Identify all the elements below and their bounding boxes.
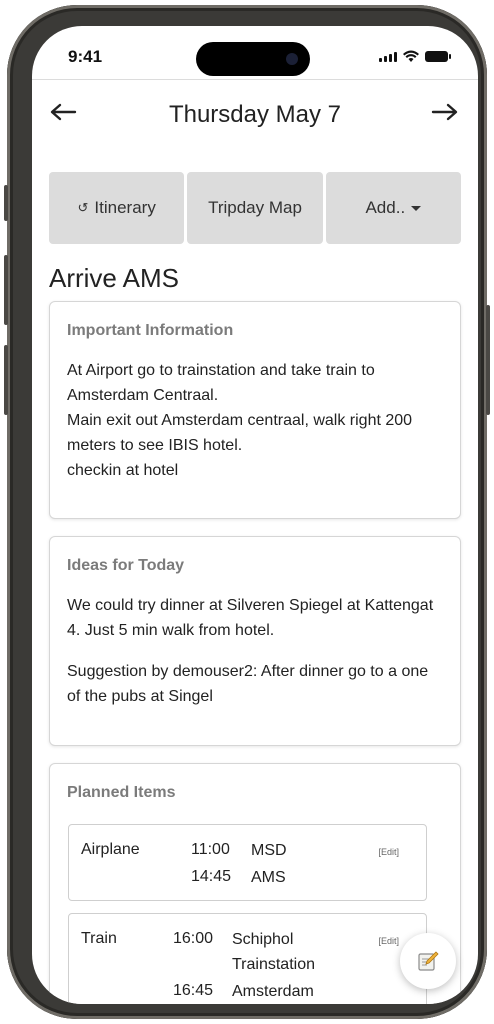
volume-down-button bbox=[4, 345, 8, 415]
item-time: 16:00 bbox=[173, 930, 214, 947]
cellular-signal-icon bbox=[379, 52, 397, 62]
refresh-icon: ↺ bbox=[77, 200, 89, 215]
planned-items-card: Planned Items Airplane 11:00 MSD 14:45 A… bbox=[49, 763, 461, 1004]
important-line: checkin at hotel bbox=[67, 462, 179, 479]
page-title: Arrive AMS bbox=[49, 263, 180, 293]
status-icons bbox=[379, 50, 451, 62]
item-place: Schiphol Trainstation bbox=[232, 931, 315, 973]
day-title: Thursday May 7 bbox=[168, 101, 342, 128]
itinerary-label: Itinerary bbox=[94, 198, 156, 217]
tripday-map-button[interactable]: Tripday Map bbox=[187, 172, 323, 244]
important-info-card: Important Information At Airport go to t… bbox=[49, 301, 461, 519]
important-line: At Airport go to trainstation and take t… bbox=[67, 362, 375, 404]
add-dropdown-button[interactable]: Add.. bbox=[325, 172, 461, 244]
volume-up-button bbox=[4, 255, 8, 325]
edit-link[interactable]: [Edit] bbox=[378, 847, 399, 857]
action-tabs: ↺ Itinerary Tripday Map Add.. bbox=[49, 172, 461, 244]
important-info-text: At Airport go to trainstation and take t… bbox=[67, 358, 443, 483]
itinerary-button[interactable]: ↺ Itinerary bbox=[49, 172, 185, 244]
camera-dot bbox=[286, 53, 298, 65]
edit-link[interactable]: [Edit] bbox=[378, 936, 399, 946]
tripday-map-label: Tripday Map bbox=[208, 198, 302, 217]
planned-item[interactable]: Airplane 11:00 MSD 14:45 AMS [Edit] bbox=[68, 824, 427, 901]
item-place: MSD bbox=[251, 842, 287, 859]
planned-item[interactable]: Train 16:00 Schiphol Trainstation 16:45 … bbox=[68, 913, 427, 1004]
item-place: Amsterdam Centraal bbox=[232, 983, 314, 1000]
item-time: 16:45 bbox=[173, 982, 214, 999]
ideas-heading: Ideas for Today bbox=[67, 557, 185, 574]
mute-switch bbox=[4, 185, 8, 221]
day-header: Thursday May 7 bbox=[32, 79, 478, 154]
status-time: 9:41 bbox=[68, 47, 103, 66]
arrow-right-icon[interactable] bbox=[430, 98, 460, 128]
item-time: 14:45 bbox=[191, 868, 232, 885]
wifi-icon bbox=[403, 50, 419, 62]
ideas-paragraph: We could try dinner at Silveren Spiegel … bbox=[67, 597, 434, 639]
power-button bbox=[486, 305, 490, 415]
app-screen: 9:41 Thursday May 7 ↺ Itinerary Tripday … bbox=[32, 26, 478, 1004]
note-edit-icon bbox=[418, 951, 439, 971]
item-type: Airplane bbox=[81, 841, 140, 858]
dynamic-island bbox=[196, 42, 310, 76]
caret-down-icon bbox=[411, 205, 422, 211]
planned-items-heading: Planned Items bbox=[67, 784, 176, 801]
item-type: Train bbox=[81, 930, 117, 947]
important-line: Main exit out Amsterdam centraal, walk r… bbox=[67, 412, 413, 454]
battery-icon bbox=[425, 51, 451, 62]
ideas-paragraph: Suggestion by demouser2: After dinner go… bbox=[67, 663, 429, 705]
item-place: AMS bbox=[251, 869, 286, 886]
ideas-card: Ideas for Today We could try dinner at S… bbox=[49, 536, 461, 746]
add-label: Add.. bbox=[365, 198, 406, 217]
important-info-heading: Important Information bbox=[67, 322, 234, 339]
status-bar: 9:41 bbox=[32, 26, 478, 78]
item-time: 11:00 bbox=[191, 841, 230, 858]
note-edit-button[interactable] bbox=[400, 933, 456, 989]
phone-frame: 9:41 Thursday May 7 ↺ Itinerary Tripday … bbox=[4, 5, 490, 1019]
